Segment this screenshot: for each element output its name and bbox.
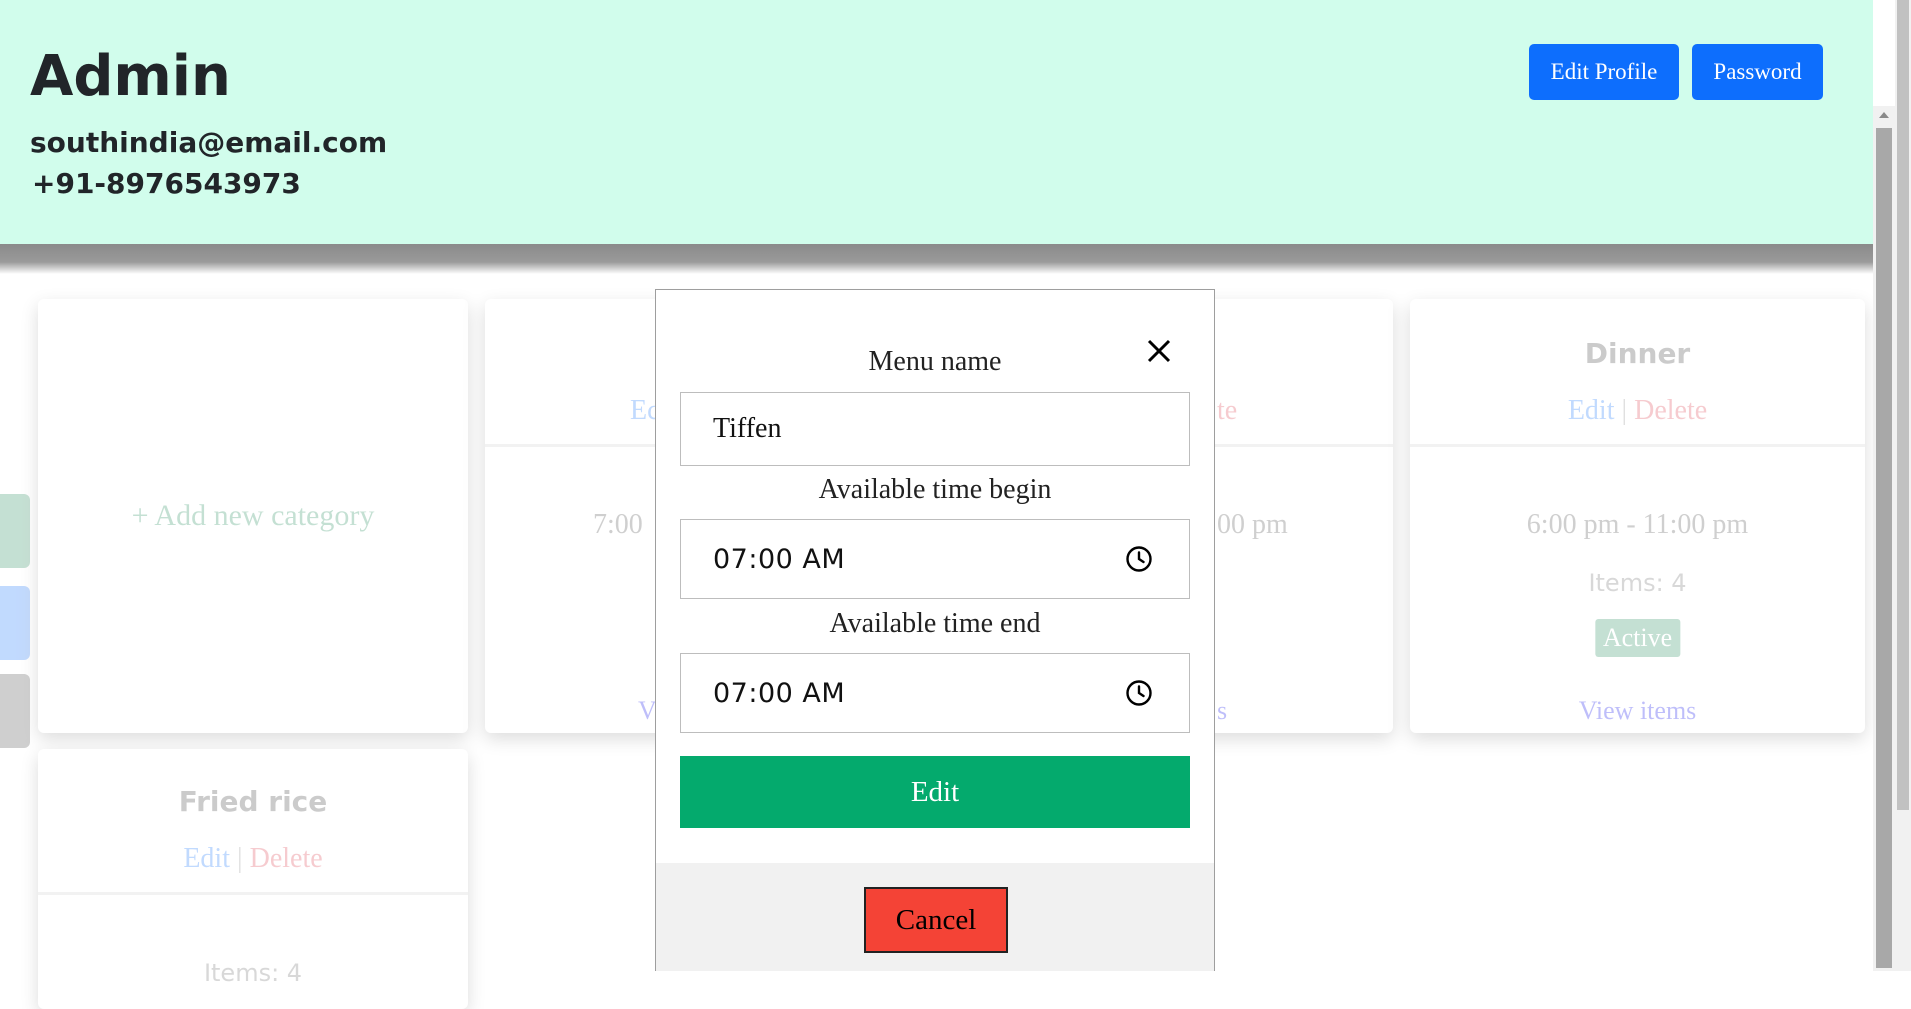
clock-icon[interactable] bbox=[1125, 545, 1153, 573]
side-tab-green[interactable] bbox=[0, 494, 30, 568]
password-button[interactable]: Password bbox=[1692, 44, 1823, 100]
card-delete-link[interactable]: Delete bbox=[1634, 395, 1707, 426]
menu-name-input[interactable]: Tiffen bbox=[680, 392, 1190, 466]
card-edit-link[interactable]: Edit bbox=[1568, 395, 1615, 426]
edit-menu-modal: Menu name Tiffen Available time begin 07… bbox=[655, 289, 1215, 971]
time-begin-label: Available time begin bbox=[818, 474, 1052, 505]
card-edit-link[interactable]: Edit bbox=[183, 843, 230, 874]
card-delete-link[interactable]: te bbox=[1217, 395, 1237, 426]
card-title: Dinner bbox=[1584, 337, 1691, 370]
header-shadow bbox=[0, 244, 1895, 274]
admin-email: southindia@email.com bbox=[30, 126, 388, 159]
side-tab-blue[interactable] bbox=[0, 586, 30, 660]
cancel-button[interactable]: Cancel bbox=[864, 887, 1008, 953]
card-action-separator: | bbox=[1621, 395, 1628, 426]
menu-name-label: Menu name bbox=[868, 346, 1002, 377]
modal-footer: Cancel bbox=[656, 863, 1214, 971]
admin-name: Admin bbox=[30, 44, 231, 109]
side-tab-dark[interactable] bbox=[0, 674, 30, 748]
card-divider bbox=[38, 892, 468, 895]
card-divider bbox=[1410, 444, 1865, 447]
card-title: Fried rice bbox=[178, 785, 328, 818]
status-badge: Active bbox=[1594, 619, 1681, 657]
time-end-label: Available time end bbox=[829, 608, 1041, 639]
menu-card-dinner: Dinner Edit | Delete 6:00 pm - 11:00 pm … bbox=[1410, 299, 1865, 733]
content-scrollbar[interactable] bbox=[1873, 106, 1895, 971]
add-category-card[interactable]: + Add new category bbox=[38, 299, 468, 733]
scroll-up-arrow-icon[interactable] bbox=[1879, 112, 1889, 118]
add-category-label[interactable]: + Add new category bbox=[38, 299, 468, 733]
card-items-count: Items: 4 bbox=[1588, 569, 1687, 597]
card-time: 6:00 pm - 11:00 pm bbox=[1526, 509, 1749, 540]
scrollbar-thumb[interactable] bbox=[1876, 128, 1892, 968]
time-begin-input[interactable]: 07:00 AM bbox=[680, 519, 1190, 599]
scrollbar-thumb[interactable] bbox=[1897, 0, 1909, 810]
card-action-separator: | bbox=[237, 843, 243, 874]
time-begin-value: 07:00 AM bbox=[713, 543, 846, 575]
menu-name-value: Tiffen bbox=[713, 413, 782, 444]
card-view-link[interactable]: View items bbox=[1410, 696, 1865, 726]
page-scrollbar[interactable] bbox=[1895, 0, 1911, 971]
card-items-count: Items: 4 bbox=[203, 959, 303, 987]
card-time: 00 pm bbox=[1217, 509, 1288, 540]
card-view-link[interactable]: s bbox=[1217, 696, 1393, 726]
time-end-input[interactable]: 07:00 AM bbox=[680, 653, 1190, 733]
clock-icon[interactable] bbox=[1125, 679, 1153, 707]
profile-header: Admin southindia@email.com +91-897654397… bbox=[0, 0, 1873, 244]
menu-card-fried-rice: Fried rice Edit | Delete Items: 4 bbox=[38, 749, 468, 1009]
edit-profile-button[interactable]: Edit Profile bbox=[1529, 44, 1679, 100]
admin-phone: +91-8976543973 bbox=[32, 167, 301, 200]
card-delete-link[interactable]: Delete bbox=[250, 843, 323, 874]
time-end-value: 07:00 AM bbox=[713, 677, 846, 709]
edit-submit-button[interactable]: Edit bbox=[680, 756, 1190, 828]
